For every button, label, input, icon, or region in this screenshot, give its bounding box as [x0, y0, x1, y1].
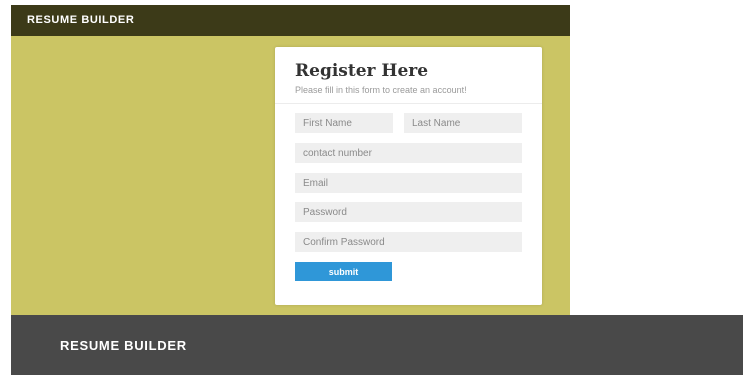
confirm-password-input[interactable] — [295, 232, 522, 252]
page: RESUME BUILDER Register Here Please fill… — [0, 0, 743, 375]
footer-brand-text: RESUME BUILDER — [60, 338, 187, 353]
submit-button[interactable]: submit — [295, 262, 392, 281]
form-title: Register Here — [295, 61, 429, 81]
first-name-input[interactable] — [295, 113, 393, 133]
footer: RESUME BUILDER — [11, 315, 743, 375]
hero-section: Register Here Please fill in this form t… — [11, 36, 570, 315]
contact-number-input[interactable] — [295, 143, 522, 163]
register-form-card: Register Here Please fill in this form t… — [275, 47, 542, 305]
top-navbar: RESUME BUILDER — [11, 5, 570, 36]
form-divider — [275, 103, 542, 104]
password-input[interactable] — [295, 202, 522, 222]
brand-logo-text[interactable]: RESUME BUILDER — [27, 14, 134, 26]
email-input[interactable] — [295, 173, 522, 193]
last-name-input[interactable] — [404, 113, 522, 133]
form-subtitle: Please fill in this form to create an ac… — [295, 85, 467, 95]
